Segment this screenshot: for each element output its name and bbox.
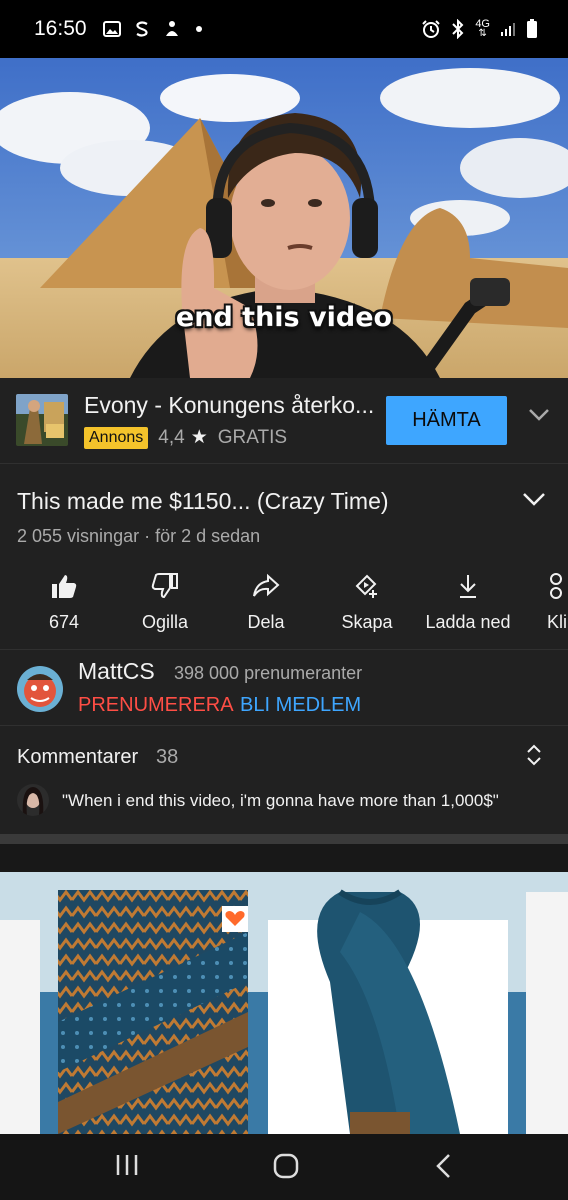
share-button[interactable]: Dela bbox=[216, 570, 316, 633]
comments-title: Kommentarer bbox=[17, 746, 139, 768]
video-caption: end this video bbox=[175, 302, 393, 333]
subscriber-count: 398 000 prenumeranter bbox=[174, 663, 363, 683]
channel-avatar[interactable] bbox=[17, 666, 63, 712]
expand-description-icon[interactable] bbox=[522, 492, 546, 511]
like-button[interactable]: 674 bbox=[14, 570, 114, 633]
back-icon[interactable] bbox=[434, 1152, 454, 1185]
comments-count: 38 bbox=[156, 746, 179, 768]
create-icon bbox=[317, 570, 417, 602]
create-button[interactable]: Skapa bbox=[317, 570, 417, 633]
dot-icon bbox=[195, 25, 203, 33]
ad-price: GRATIS bbox=[217, 426, 288, 448]
signal-icon bbox=[500, 21, 516, 37]
figure-icon bbox=[163, 20, 181, 38]
4g-icon: 4G ⇅ bbox=[475, 18, 490, 39]
video-meta: 2 055 visningar · för 2 d sedan bbox=[17, 526, 261, 546]
recents-icon[interactable] bbox=[114, 1152, 140, 1183]
ad-badge: Annons bbox=[84, 426, 149, 449]
clip-button[interactable]: Kli bbox=[519, 570, 568, 633]
ad-install-button[interactable]: HÄMTA bbox=[386, 396, 507, 445]
dislike-button[interactable]: Ogilla bbox=[115, 570, 215, 633]
share-icon bbox=[216, 570, 316, 602]
expand-comments-icon[interactable] bbox=[524, 744, 544, 771]
clip-icon bbox=[547, 570, 568, 602]
video-player[interactable]: end this video bbox=[0, 58, 568, 378]
commenter-avatar bbox=[17, 784, 49, 816]
dislike-label: Ogilla bbox=[141, 612, 189, 632]
alarm-icon bbox=[421, 19, 441, 39]
product-ad-image[interactable] bbox=[0, 872, 568, 1134]
share-label: Dela bbox=[247, 612, 285, 632]
channel-row: MattCS 398 000 prenumeranter PRENUMERERA… bbox=[0, 650, 568, 726]
system-nav-bar bbox=[0, 1134, 568, 1200]
feed-gap bbox=[0, 844, 568, 872]
ad-app-icon bbox=[16, 394, 68, 446]
subscribe-button[interactable]: PRENUMERERA bbox=[78, 694, 234, 717]
join-button[interactable]: BLI MEDLEM bbox=[240, 694, 361, 717]
ad-chevron-down-icon[interactable] bbox=[528, 408, 550, 427]
ad-rating: 4,4 bbox=[158, 426, 185, 448]
thumbs-up-icon bbox=[14, 570, 114, 602]
video-title[interactable]: This made me $1150... (Crazy Time) bbox=[17, 488, 389, 515]
bluetooth-icon bbox=[451, 19, 465, 39]
video-info: This made me $1150... (Crazy Time) 2 055… bbox=[0, 464, 568, 650]
status-time: 16:50 bbox=[34, 17, 87, 40]
create-label: Skapa bbox=[341, 612, 393, 632]
top-comment: "When i end this video, i'm gonna have m… bbox=[62, 791, 499, 810]
download-icon bbox=[418, 570, 518, 602]
gallery-icon bbox=[102, 21, 121, 37]
home-icon[interactable] bbox=[272, 1152, 300, 1185]
s-icon bbox=[135, 21, 149, 37]
ad-banner[interactable]: Evony - Konungens återko... Annons 4,4 ★… bbox=[0, 378, 568, 464]
star-icon: ★ bbox=[190, 427, 208, 448]
battery-icon bbox=[526, 19, 538, 39]
action-bar: 674 Ogilla Dela Skapa Ladda ned Kli bbox=[0, 570, 568, 640]
like-count: 674 bbox=[48, 612, 80, 632]
download-button[interactable]: Ladda ned bbox=[418, 570, 518, 633]
comments-section[interactable]: Kommentarer 38 "When i end this video, i… bbox=[0, 726, 568, 834]
channel-name[interactable]: MattCS bbox=[78, 658, 155, 685]
section-divider bbox=[0, 834, 568, 844]
download-label: Ladda ned bbox=[425, 612, 511, 632]
thumbs-down-icon bbox=[115, 570, 215, 602]
ad-title[interactable]: Evony - Konungens återko... bbox=[84, 392, 384, 419]
clip-label: Kli bbox=[547, 612, 568, 632]
status-bar: 16:50 4G ⇅ bbox=[0, 0, 568, 58]
